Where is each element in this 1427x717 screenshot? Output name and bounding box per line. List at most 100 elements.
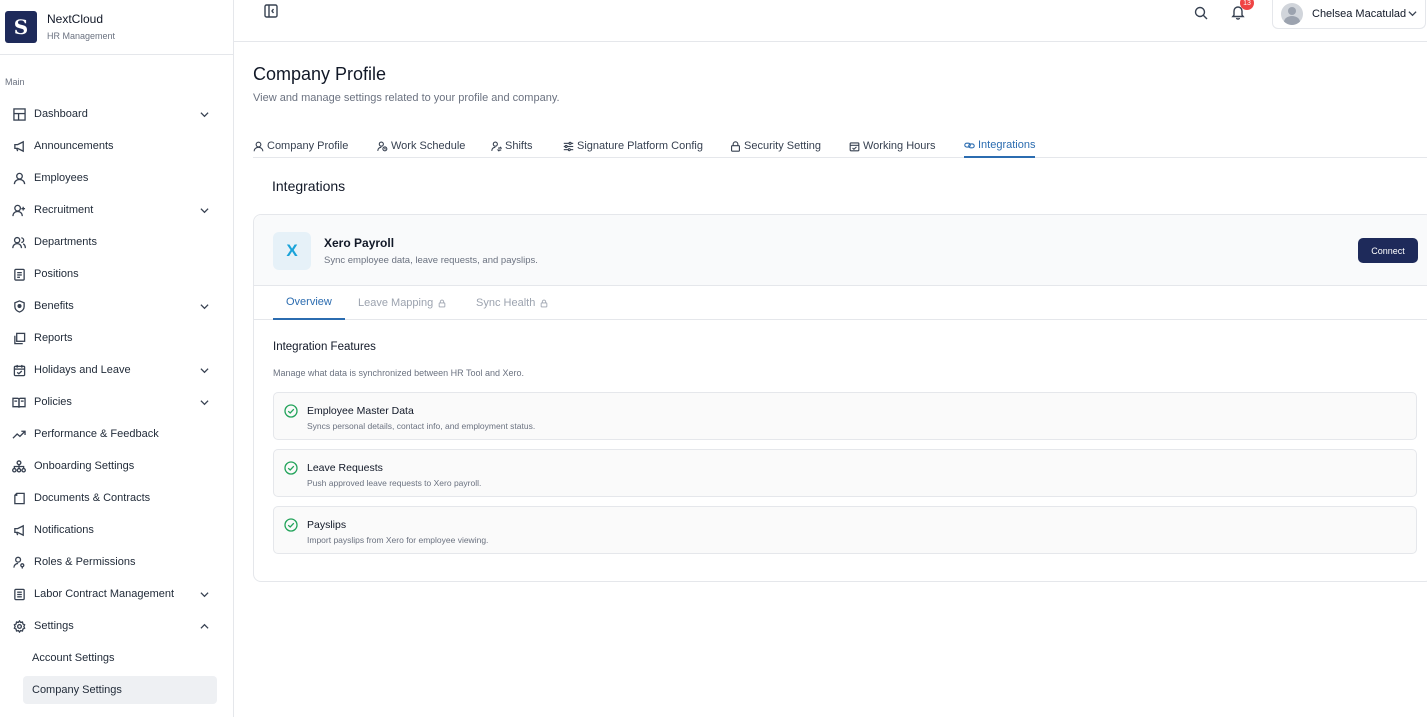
connect-button[interactable]: Connect bbox=[1358, 238, 1418, 263]
tab-shifts[interactable]: Shifts bbox=[491, 134, 533, 158]
subtab-label: Sync Health bbox=[476, 297, 536, 309]
shield-icon bbox=[12, 299, 26, 313]
sidebar-item-settings[interactable]: Settings bbox=[0, 610, 233, 642]
user-icon bbox=[253, 141, 264, 152]
settings-tabs: Company Profile Work Schedule Shifts Sig… bbox=[253, 128, 1427, 158]
tab-working-hours[interactable]: Working Hours bbox=[849, 134, 936, 158]
subtab-sync-health[interactable]: Sync Health bbox=[476, 286, 548, 320]
search-icon[interactable] bbox=[1194, 6, 1210, 22]
sidebar-item-policies[interactable]: Policies bbox=[0, 386, 233, 418]
brand[interactable]: S NextCloud HR Management bbox=[0, 0, 233, 55]
check-circle-icon bbox=[284, 404, 298, 418]
sidebar-item-dashboard[interactable]: Dashboard bbox=[0, 98, 233, 130]
calendar-check-icon bbox=[849, 141, 860, 152]
chevron-up-icon bbox=[199, 621, 209, 631]
tab-label: Working Hours bbox=[863, 140, 936, 152]
sidebar: S NextCloud HR Management Main Dashboard… bbox=[0, 0, 234, 717]
avatar bbox=[1281, 3, 1303, 25]
sidebar-item-onboarding-settings[interactable]: Onboarding Settings bbox=[0, 450, 233, 482]
sidebar-item-label: Settings bbox=[34, 620, 74, 632]
tab-signature-platform-config[interactable]: Signature Platform Config bbox=[563, 134, 703, 158]
sidebar-item-label: Announcements bbox=[34, 140, 114, 152]
sidebar-item-employees[interactable]: Employees bbox=[0, 162, 233, 194]
feature-item-employee-master-data[interactable]: Employee Master Data Syncs personal deta… bbox=[273, 392, 1417, 440]
sidebar-item-label: Documents & Contracts bbox=[34, 492, 151, 504]
sidebar-item-label: Policies bbox=[34, 396, 72, 408]
subtab-leave-mapping[interactable]: Leave Mapping bbox=[358, 286, 446, 320]
sidebar-item-label: Reports bbox=[34, 332, 73, 344]
user-menu[interactable]: Chelsea Macatulad bbox=[1272, 0, 1426, 29]
sidebar-item-labor-contract-management[interactable]: Labor Contract Management bbox=[0, 578, 233, 610]
tab-label: Shifts bbox=[505, 140, 533, 152]
integration-description: Sync employee data, leave requests, and … bbox=[324, 255, 538, 266]
copy-icon bbox=[12, 331, 26, 345]
chevron-down-icon bbox=[199, 301, 209, 311]
feature-item-payslips[interactable]: Payslips Import payslips from Xero for e… bbox=[273, 506, 1417, 554]
sidebar-item-label: Departments bbox=[34, 236, 97, 248]
chevron-down-icon bbox=[199, 397, 209, 407]
tab-work-schedule[interactable]: Work Schedule bbox=[377, 134, 465, 158]
sidebar-toggle-icon[interactable] bbox=[264, 4, 280, 20]
sidebar-item-positions[interactable]: Positions bbox=[0, 258, 233, 290]
feature-item-leave-requests[interactable]: Leave Requests Push approved leave reque… bbox=[273, 449, 1417, 497]
tab-label: Signature Platform Config bbox=[577, 140, 703, 152]
sidebar-item-announcements[interactable]: Announcements bbox=[0, 130, 233, 162]
sidebar-item-recruitment[interactable]: Recruitment bbox=[0, 194, 233, 226]
sidebar-item-label: Recruitment bbox=[34, 204, 94, 216]
tab-label: Security Setting bbox=[744, 140, 822, 152]
notification-badge: 13 bbox=[1240, 0, 1254, 10]
sidebar-item-label: Performance & Feedback bbox=[34, 428, 159, 440]
tab-integrations[interactable]: Integrations bbox=[964, 134, 1036, 158]
check-circle-icon bbox=[284, 461, 298, 475]
lock-icon bbox=[438, 299, 446, 308]
feature-name: Leave Requests bbox=[307, 462, 383, 474]
gear-icon bbox=[12, 619, 26, 633]
sidebar-item-notifications[interactable]: Notifications bbox=[0, 514, 233, 546]
integrations-section-title: Integrations bbox=[272, 178, 346, 194]
subtab-label: Leave Mapping bbox=[358, 297, 434, 309]
sidebar-item-benefits[interactable]: Benefits bbox=[0, 290, 233, 322]
sidebar-section-label: Main bbox=[5, 77, 25, 87]
book-icon bbox=[12, 395, 26, 409]
page-title: Company Profile bbox=[253, 64, 387, 84]
sidebar-subitem-label: Account Settings bbox=[32, 652, 115, 664]
sidebar-item-label: Benefits bbox=[34, 300, 74, 312]
user-clock-icon bbox=[377, 141, 388, 152]
sidebar-item-performance-feedback[interactable]: Performance & Feedback bbox=[0, 418, 233, 450]
sidebar-item-reports[interactable]: Reports bbox=[0, 322, 233, 354]
topbar: 13 Chelsea Macatulad bbox=[234, 0, 1427, 42]
tab-label: Work Schedule bbox=[391, 140, 466, 152]
sidebar-item-documents-contracts[interactable]: Documents & Contracts bbox=[0, 482, 233, 514]
brand-name: NextCloud bbox=[47, 12, 104, 27]
tab-label: Integrations bbox=[978, 139, 1036, 151]
feature-name: Payslips bbox=[307, 519, 347, 531]
tab-label: Company Profile bbox=[267, 140, 349, 152]
sidebar-item-departments[interactable]: Departments bbox=[0, 226, 233, 258]
subtab-label: Overview bbox=[286, 296, 332, 308]
user-plus-icon bbox=[12, 203, 26, 217]
sidebar-subitem-company-settings[interactable]: Company Settings bbox=[23, 676, 217, 704]
sidebar-subitem-label: Company Settings bbox=[32, 684, 122, 696]
subtab-overview[interactable]: Overview bbox=[273, 286, 345, 320]
integration-name: Xero Payroll bbox=[324, 236, 395, 250]
user-name: Chelsea Macatulad bbox=[1312, 8, 1407, 20]
sidebar-item-label: Labor Contract Management bbox=[34, 588, 175, 600]
chevron-down-icon bbox=[199, 365, 209, 375]
megaphone-icon bbox=[12, 139, 26, 153]
user-swap-icon bbox=[491, 141, 502, 152]
features-title: Integration Features bbox=[273, 341, 376, 353]
lock-icon bbox=[730, 140, 741, 152]
user-key-icon bbox=[12, 555, 26, 569]
document-icon bbox=[12, 491, 26, 505]
users-icon bbox=[12, 235, 26, 249]
sidebar-item-holidays-and-leave[interactable]: Holidays and Leave bbox=[0, 354, 233, 386]
check-circle-icon bbox=[284, 518, 298, 532]
sidebar-subitem-account-settings[interactable]: Account Settings bbox=[0, 642, 233, 674]
tab-company-profile[interactable]: Company Profile bbox=[253, 134, 348, 158]
tab-security-setting[interactable]: Security Setting bbox=[730, 134, 821, 158]
sidebar-item-label: Onboarding Settings bbox=[34, 460, 135, 472]
brand-logo: S bbox=[5, 11, 37, 43]
features-subtitle: Manage what data is synchronized between… bbox=[273, 368, 524, 378]
sidebar-item-roles-permissions[interactable]: Roles & Permissions bbox=[0, 546, 233, 578]
chevron-down-icon bbox=[1408, 5, 1417, 23]
